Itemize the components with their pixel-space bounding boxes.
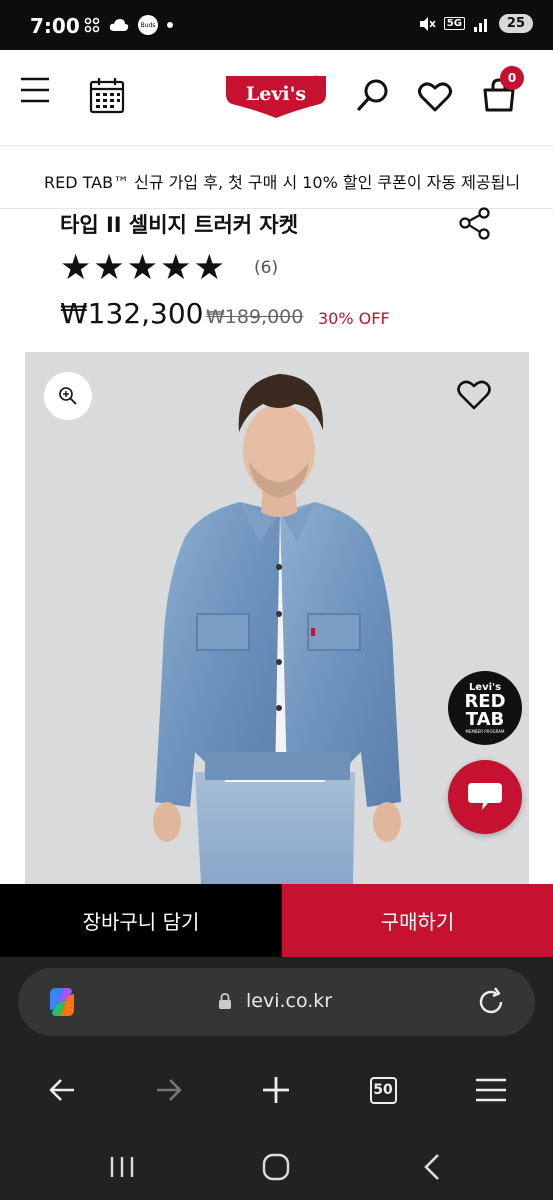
- cart-button[interactable]: 0: [482, 66, 524, 112]
- promo-banner[interactable]: RED TAB™ 신규 가입 후, 첫 구매 시 10% 할인 쿠폰이 자동 제…: [0, 147, 553, 209]
- system-back-button[interactable]: [412, 1147, 452, 1187]
- copilot-icon: [50, 988, 74, 1016]
- back-button[interactable]: [42, 1070, 82, 1110]
- search-button[interactable]: [356, 78, 390, 112]
- chat-bubble-icon: [468, 783, 502, 810]
- buds-icon: Buds: [138, 15, 158, 35]
- image-wishlist-button[interactable]: [457, 380, 491, 414]
- levis-logo[interactable]: Levi's ®: [224, 72, 328, 120]
- battery-indicator: 25: [498, 14, 533, 33]
- grid-dots-icon: [84, 17, 100, 33]
- redtab-line2: TAB: [465, 708, 505, 730]
- page: 7:00 Buds 5G 25 Levi's ® 0 RED TAB™ 신규 가…: [0, 0, 553, 1200]
- lock-icon: [219, 993, 231, 1009]
- sale-price: ₩132,300: [60, 297, 204, 330]
- copilot-button[interactable]: [44, 984, 80, 1024]
- redtab-sub: MEMBER PROGRAM: [465, 728, 505, 734]
- reload-icon: [479, 987, 503, 1014]
- recent-apps-icon: [110, 1157, 134, 1177]
- plus-icon: [263, 1077, 289, 1103]
- menu-icon: [476, 1078, 506, 1102]
- promo-text: RED TAB™ 신규 가입 후, 첫 구매 시 10% 할인 쿠폰이 자동 제…: [44, 173, 521, 192]
- star-icon: ★: [160, 248, 192, 288]
- recent-apps-button[interactable]: [102, 1147, 142, 1187]
- tab-count: 50: [369, 1076, 397, 1104]
- add-to-cart-button[interactable]: 장바구니 담기: [0, 884, 282, 957]
- home-button[interactable]: [256, 1147, 296, 1187]
- calendar-icon: [89, 78, 125, 114]
- wishlist-button[interactable]: [418, 82, 452, 112]
- site-header: Levi's ® 0: [0, 50, 553, 146]
- rating-stars[interactable]: ★ ★ ★ ★ ★: [60, 248, 225, 288]
- star-icon: ★: [60, 248, 92, 288]
- hamburger-icon: [21, 77, 49, 103]
- menu-button[interactable]: [20, 76, 50, 104]
- browser-menu-button[interactable]: [471, 1070, 511, 1110]
- browser-chrome: levi.co.kr 50: [0, 957, 553, 1200]
- cart-count-badge: 0: [500, 66, 524, 90]
- discount-label: 30% OFF: [318, 309, 390, 328]
- levis-batwing-logo: Levi's ®: [226, 75, 326, 118]
- logo-registered-mark: ®: [312, 75, 321, 85]
- star-icon: ★: [126, 248, 159, 288]
- url-text: levi.co.kr: [246, 990, 333, 1012]
- mute-icon: [419, 16, 436, 31]
- arrow-right-icon: [157, 1079, 182, 1101]
- browser-nav-bar: 50: [0, 1062, 553, 1112]
- share-icon: [459, 207, 490, 240]
- heart-icon: [418, 82, 452, 112]
- zoom-in-icon: [59, 387, 77, 405]
- status-right-icons: 5G 25: [418, 14, 533, 33]
- logo-text: Levi's: [246, 83, 306, 105]
- tabs-button[interactable]: 50: [363, 1070, 403, 1110]
- review-count[interactable]: (6): [254, 258, 278, 278]
- signal-icon: [473, 18, 487, 32]
- original-price: ₩189,000: [206, 306, 304, 328]
- zoom-button[interactable]: [44, 372, 92, 420]
- star-icon: ★: [93, 248, 125, 288]
- buy-now-button[interactable]: 구매하기: [282, 884, 553, 957]
- share-button[interactable]: [458, 206, 492, 244]
- arrow-left-icon: [49, 1079, 74, 1101]
- forward-button[interactable]: [149, 1070, 189, 1110]
- product-title: 타입 II 셀비지 트러커 자켓: [60, 213, 299, 237]
- chat-button[interactable]: [448, 760, 522, 834]
- address-bar[interactable]: levi.co.kr: [18, 968, 535, 1036]
- calendar-button[interactable]: [89, 76, 125, 114]
- star-icon: ★: [193, 248, 225, 288]
- system-nav-bar: [0, 1137, 553, 1200]
- redtab-member-badge[interactable]: Levi's RED TAB MEMBER PROGRAM: [448, 671, 522, 745]
- network-5g-label: 5G: [443, 17, 465, 30]
- home-icon: [262, 1153, 290, 1181]
- status-left-icons: Buds: [84, 15, 173, 35]
- search-icon: [357, 79, 388, 111]
- cloud-icon: [109, 19, 129, 31]
- notification-dot-icon: [167, 22, 173, 28]
- redtab-line1: RED: [464, 690, 506, 712]
- status-bar: 7:00 Buds 5G 25: [0, 0, 553, 50]
- chevron-left-icon: [424, 1154, 439, 1180]
- heart-icon: [457, 380, 491, 410]
- reload-button[interactable]: [476, 987, 506, 1021]
- new-tab-button[interactable]: [256, 1070, 296, 1110]
- status-time: 7:00: [30, 14, 80, 38]
